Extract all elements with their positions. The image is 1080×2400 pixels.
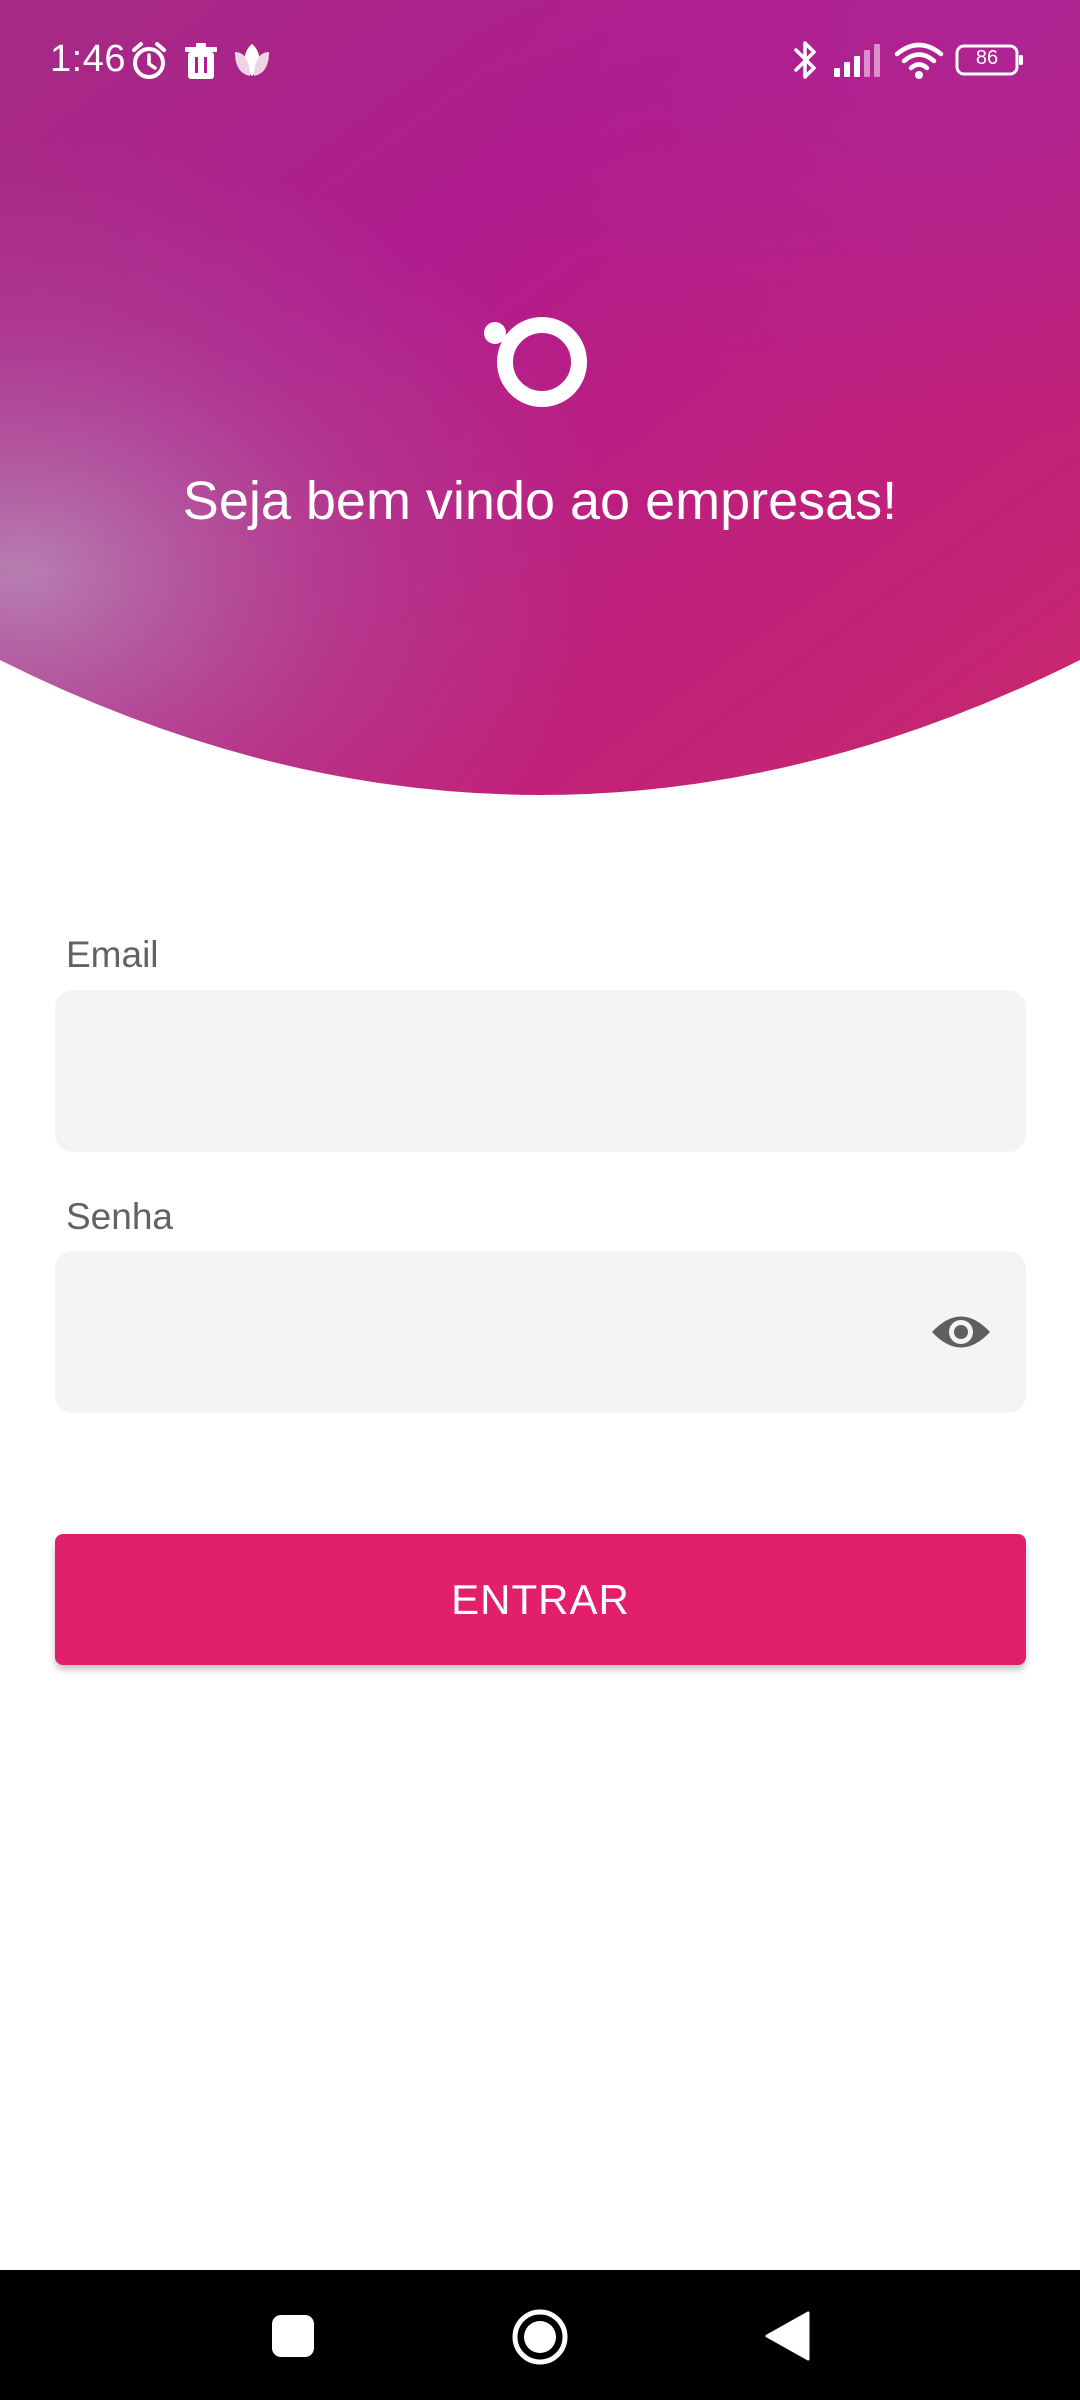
enter-button[interactable]: ENTRAR [55, 1534, 1026, 1665]
password-label: Senha [66, 1196, 173, 1237]
battery-icon: 86 [955, 44, 1025, 76]
wifi-icon [894, 42, 944, 79]
bluetooth-icon [794, 41, 816, 79]
back-icon[interactable] [764, 2310, 810, 2362]
header-banner: Seja bem vindo ao empresas! [0, 0, 1080, 800]
email-label: Email [66, 934, 159, 975]
home-icon[interactable] [510, 2307, 570, 2367]
status-time: 1:46 [50, 38, 126, 80]
system-nav-bar [0, 2270, 1080, 2400]
status-bar: 1:46 86 [0, 0, 1080, 120]
brand-logo-icon [484, 317, 587, 407]
email-field-container [55, 990, 1026, 1152]
trash-icon [185, 43, 217, 79]
email-field[interactable] [55, 990, 1026, 1152]
eye-icon[interactable] [930, 1311, 992, 1353]
recents-icon[interactable] [271, 2314, 315, 2358]
signal-icon [834, 44, 880, 77]
lotus-icon [235, 44, 269, 76]
battery-level: 86 [975, 47, 999, 69]
password-field[interactable] [55, 1251, 1026, 1413]
welcome-title: Seja bem vindo ao empresas! [182, 471, 898, 531]
alarm-icon [132, 42, 166, 79]
password-field-container [55, 1251, 1026, 1413]
